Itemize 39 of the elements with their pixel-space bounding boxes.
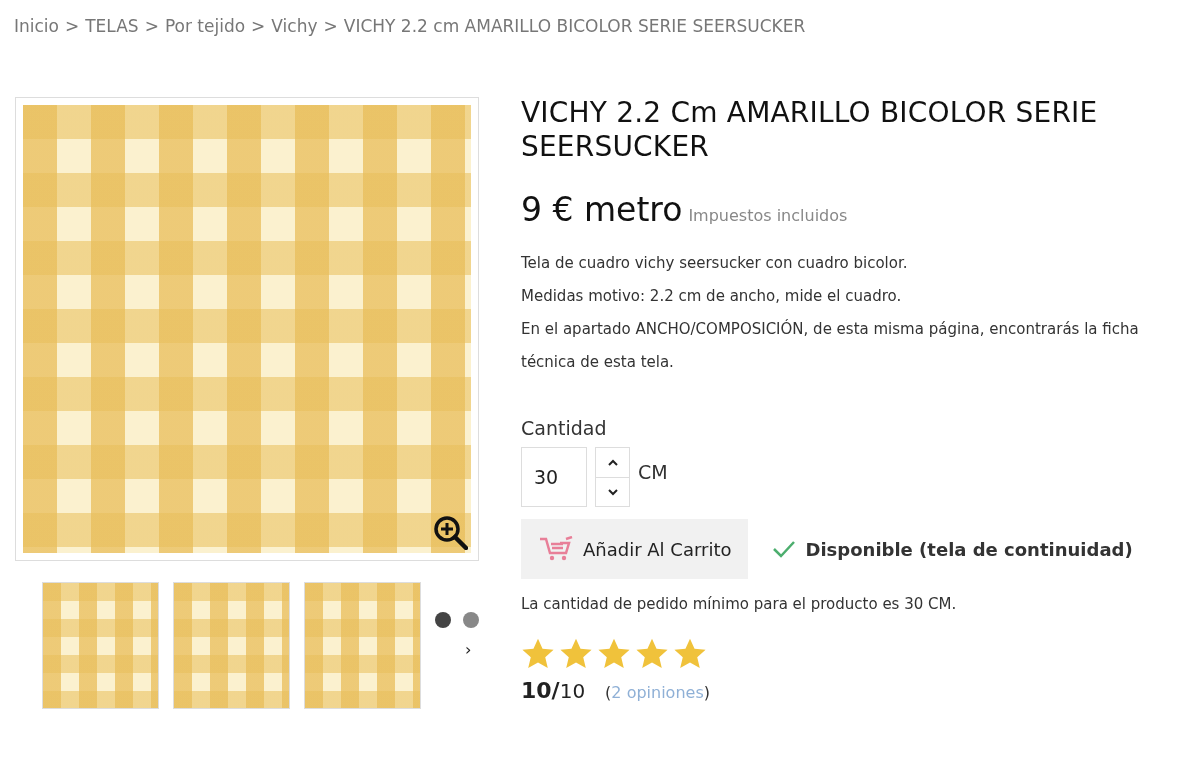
- zoom-in-icon[interactable]: [434, 516, 468, 550]
- breadcrumb-separator: >: [144, 16, 159, 38]
- carousel-dot[interactable]: [463, 612, 479, 628]
- breadcrumb-separator: >: [251, 16, 266, 38]
- breadcrumb-link[interactable]: Vichy: [271, 16, 318, 52]
- product-title: VICHY 2.2 Cm AMARILLO BICOLOR SERIE SEERSUCKER: [521, 96, 1099, 164]
- star-icon: [521, 637, 555, 670]
- unit-label: CM: [638, 461, 668, 483]
- breadcrumb-separator: >: [323, 16, 338, 38]
- add-to-cart-button[interactable]: Añadir Al Carrito: [521, 519, 748, 579]
- caret-up-icon: [606, 458, 619, 467]
- breadcrumb-link[interactable]: Por tejido: [164, 16, 246, 52]
- breadcrumb-link[interactable]: Inicio: [14, 16, 59, 52]
- description-text: En el apartado ANCHO/COMPOSICIÓN, de esta misma página, encontrarás la ficha técnica de esta tela.: [521, 318, 1140, 373]
- carousel-dot[interactable]: [435, 612, 451, 628]
- thumbnail-photo[interactable]: [304, 582, 421, 709]
- reviews-count: (2 opiniones): [605, 683, 710, 702]
- minimum-order-note: La cantidad de pedido mínimo para el producto es 30 CM.: [521, 595, 958, 613]
- check-icon: [771, 540, 796, 558]
- availability-text: Disponible (tela de continuidad): [805, 538, 1133, 560]
- price: 9 € metro: [521, 190, 683, 229]
- description-text: Medidas motivo: 2.2 cm de ancho, mide el cuadro.: [521, 286, 903, 307]
- star-icon: [635, 637, 669, 670]
- star-icon: [559, 637, 593, 670]
- description-text: Tela de cuadro vichy seersucker con cuadro bicolor.: [521, 253, 909, 274]
- thumbnail-photo[interactable]: [42, 582, 159, 709]
- caret-down-icon: [606, 488, 619, 496]
- next-arrow[interactable]: ›: [465, 642, 479, 658]
- breadcrumb-link[interactable]: VICHY 2.2 cm AMARILLO BICOLOR SERIE SEERSUCKER: [343, 16, 806, 52]
- breadcrumb-separator: >: [65, 16, 80, 38]
- quantity-field[interactable]: 30: [521, 447, 587, 507]
- star-icon: [597, 637, 631, 670]
- star-icon: [673, 637, 707, 670]
- tax-note: Impuestos incluidos: [688, 206, 848, 225]
- breadcrumb-link[interactable]: TELAS: [85, 16, 139, 52]
- quantity-label: Cantidad: [521, 417, 608, 439]
- cart-icon: [539, 536, 573, 562]
- rating-score: 10/10: [521, 678, 586, 703]
- thumbnail-photo[interactable]: [173, 582, 290, 709]
